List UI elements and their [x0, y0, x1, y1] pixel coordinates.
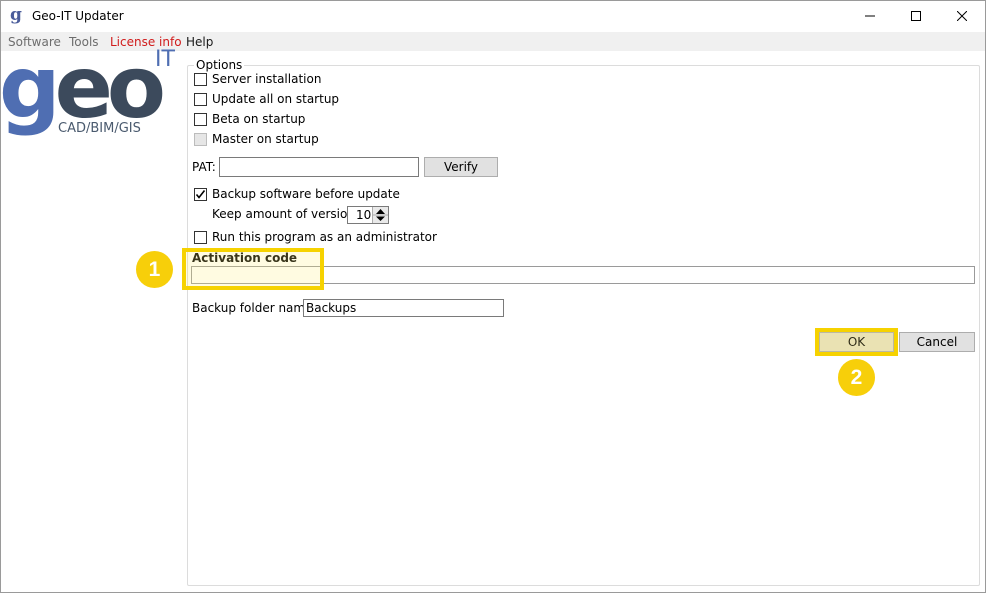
keep-versions-label: Keep amount of versions: [212, 207, 366, 221]
cancel-button[interactable]: Cancel [899, 332, 975, 352]
stepper-arrows[interactable] [372, 207, 388, 223]
title-bar[interactable]: g Geo-IT Updater [1, 1, 985, 31]
beta-on-startup-label: Beta on startup [212, 112, 306, 126]
beta-on-startup-checkbox[interactable] [194, 113, 207, 126]
logo-subtitle: CAD/BIM/GIS [58, 121, 141, 136]
callout-1: 1 [136, 251, 173, 288]
keep-versions-stepper[interactable]: 10 [347, 206, 389, 224]
update-all-on-startup-label: Update all on startup [212, 92, 340, 106]
backup-before-update-checkbox[interactable] [194, 188, 207, 201]
maximize-icon [911, 11, 921, 21]
options-legend: Options [194, 58, 245, 72]
geo-it-logo: geo IT CAD/BIM/GIS [0, 38, 181, 141]
keep-versions-value: 10 [356, 208, 372, 222]
activation-code-highlight [182, 248, 324, 290]
server-installation-label: Server installation [212, 72, 322, 86]
pat-label: PAT: [192, 160, 216, 174]
minimize-icon [865, 15, 875, 17]
close-button[interactable] [939, 1, 985, 31]
window-title: Geo-IT Updater [32, 9, 124, 23]
logo-g: g [0, 38, 61, 138]
app-window: g Geo-IT Updater Software Tools License … [0, 0, 986, 593]
stepper-up-down-icon [373, 209, 388, 221]
master-on-startup-checkbox[interactable] [194, 133, 207, 146]
backup-folder-label: Backup folder name: [192, 301, 317, 315]
close-icon [957, 11, 967, 21]
pat-input[interactable] [219, 157, 419, 177]
backup-folder-input[interactable]: Backups [303, 299, 504, 317]
minimize-button[interactable] [847, 1, 893, 31]
callout-2: 2 [838, 359, 875, 396]
app-icon: g [10, 5, 22, 25]
maximize-button[interactable] [893, 1, 939, 31]
backup-before-update-label: Backup software before update [212, 187, 400, 201]
verify-button[interactable]: Verify [424, 157, 498, 177]
update-all-on-startup-checkbox[interactable] [194, 93, 207, 106]
logo-it: IT [155, 47, 175, 72]
run-as-admin-checkbox[interactable] [194, 231, 207, 244]
ok-button-highlight [815, 328, 898, 356]
master-on-startup-label: Master on startup [212, 132, 319, 146]
run-as-admin-label: Run this program as an administrator [212, 230, 437, 244]
menu-help[interactable]: Help [186, 35, 213, 49]
checkmark-icon [195, 190, 206, 199]
server-installation-checkbox[interactable] [194, 73, 207, 86]
